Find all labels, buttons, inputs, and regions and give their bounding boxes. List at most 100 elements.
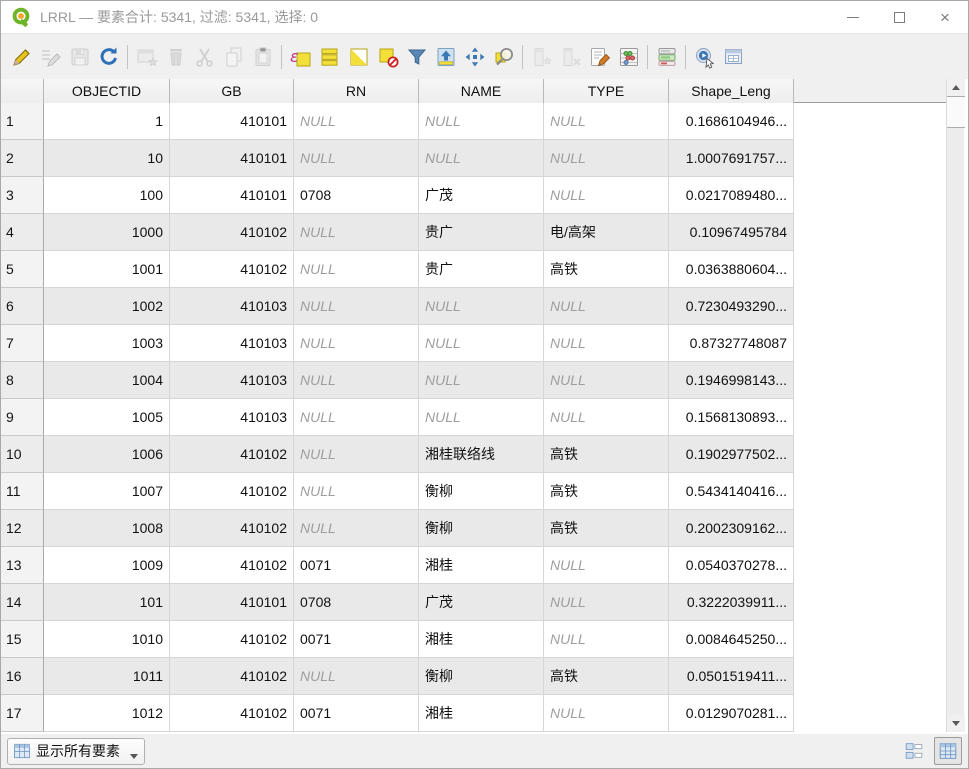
cell-Shape_Leng[interactable]: 0.5434140416... [669,473,794,510]
cell-GB[interactable]: 410102 [170,251,294,288]
cell-Shape_Leng[interactable]: 0.0084645250... [669,621,794,658]
cell-RN[interactable]: 0708 [294,584,419,621]
column-header-TYPE[interactable]: TYPE [544,79,669,103]
cell-TYPE[interactable]: 高铁 [544,510,669,547]
cell-OBJECTID[interactable]: 1 [44,103,170,140]
close-button[interactable]: × [922,1,968,33]
cell-OBJECTID[interactable]: 101 [44,584,170,621]
cell-NAME[interactable]: 贵广 [419,214,544,251]
zoom-to-selected-button[interactable] [489,42,518,72]
form-view-button[interactable] [900,737,928,765]
cell-RN[interactable]: NULL [294,103,419,140]
cell-Shape_Leng[interactable]: 0.0540370278... [669,547,794,584]
cell-RN[interactable]: NULL [294,251,419,288]
cell-TYPE[interactable]: 高铁 [544,658,669,695]
cell-RN[interactable]: NULL [294,325,419,362]
scroll-down-button[interactable] [947,715,965,732]
cell-Shape_Leng[interactable]: 0.10967495784 [669,214,794,251]
cell-Shape_Leng[interactable]: 0.7230493290... [669,288,794,325]
cell-TYPE[interactable]: NULL [544,325,669,362]
row-number[interactable]: 8 [1,362,44,399]
cell-GB[interactable]: 410102 [170,214,294,251]
cell-NAME[interactable]: NULL [419,288,544,325]
cell-OBJECTID[interactable]: 1001 [44,251,170,288]
scrollbar-thumb[interactable] [947,96,965,128]
reload-button[interactable] [94,42,123,72]
cell-NAME[interactable]: 湘桂 [419,547,544,584]
cell-NAME[interactable]: NULL [419,399,544,436]
cell-GB[interactable]: 410103 [170,399,294,436]
cell-Shape_Leng[interactable]: 0.87327748087 [669,325,794,362]
cell-RN[interactable]: 0708 [294,177,419,214]
cell-TYPE[interactable]: NULL [544,140,669,177]
toggle-editing-button[interactable] [7,42,36,72]
row-number[interactable]: 13 [1,547,44,584]
cell-Shape_Leng[interactable]: 0.0501519411... [669,658,794,695]
row-number[interactable]: 17 [1,695,44,732]
cell-TYPE[interactable]: 高铁 [544,436,669,473]
cell-NAME[interactable]: 贵广 [419,251,544,288]
cell-NAME[interactable]: NULL [419,103,544,140]
cell-TYPE[interactable]: 电/高架 [544,214,669,251]
cell-TYPE[interactable]: NULL [544,362,669,399]
cell-NAME[interactable]: 衡柳 [419,510,544,547]
cell-OBJECTID[interactable]: 1000 [44,214,170,251]
cell-NAME[interactable]: 湘桂 [419,695,544,732]
cell-NAME[interactable]: 广茂 [419,177,544,214]
deselect-all-button[interactable] [373,42,402,72]
row-number[interactable]: 14 [1,584,44,621]
cell-RN[interactable]: 0071 [294,695,419,732]
column-header-NAME[interactable]: NAME [419,79,544,103]
cell-Shape_Leng[interactable]: 0.1568130893... [669,399,794,436]
cell-GB[interactable]: 410103 [170,325,294,362]
column-header-OBJECTID[interactable]: OBJECTID [44,79,170,103]
cell-OBJECTID[interactable]: 1011 [44,658,170,695]
selected-to-top-button[interactable] [431,42,460,72]
cell-OBJECTID[interactable]: 1007 [44,473,170,510]
cell-GB[interactable]: 410102 [170,658,294,695]
cell-OBJECTID[interactable]: 1012 [44,695,170,732]
cell-RN[interactable]: NULL [294,510,419,547]
cell-NAME[interactable]: NULL [419,362,544,399]
row-number[interactable]: 12 [1,510,44,547]
feature-filter-button[interactable]: 显示所有要素 [7,737,145,765]
cell-Shape_Leng[interactable]: 0.3222039911... [669,584,794,621]
actions-button[interactable] [690,42,719,72]
minimize-button[interactable] [830,1,876,33]
dock-table-button[interactable] [719,42,748,72]
row-number[interactable]: 10 [1,436,44,473]
row-number[interactable]: 9 [1,399,44,436]
cell-GB[interactable]: 410101 [170,584,294,621]
cell-OBJECTID[interactable]: 1003 [44,325,170,362]
cell-Shape_Leng[interactable]: 0.0217089480... [669,177,794,214]
table-view-button[interactable] [934,737,962,765]
row-number[interactable]: 11 [1,473,44,510]
cell-OBJECTID[interactable]: 1010 [44,621,170,658]
row-number[interactable]: 3 [1,177,44,214]
cell-TYPE[interactable]: NULL [544,621,669,658]
row-number[interactable]: 5 [1,251,44,288]
cell-RN[interactable]: NULL [294,399,419,436]
cell-GB[interactable]: 410103 [170,362,294,399]
cell-RN[interactable]: 0071 [294,547,419,584]
cell-GB[interactable]: 410102 [170,621,294,658]
cell-RN[interactable]: NULL [294,362,419,399]
invert-selection-button[interactable] [344,42,373,72]
cell-RN[interactable]: NULL [294,214,419,251]
cell-OBJECTID[interactable]: 1005 [44,399,170,436]
cell-GB[interactable]: 410102 [170,695,294,732]
row-number[interactable]: 7 [1,325,44,362]
cell-OBJECTID[interactable]: 1004 [44,362,170,399]
column-header-RN[interactable]: RN [294,79,419,103]
column-header-rownum[interactable] [1,79,44,103]
cell-Shape_Leng[interactable]: 0.0129070281... [669,695,794,732]
cell-TYPE[interactable]: NULL [544,584,669,621]
cell-OBJECTID[interactable]: 1008 [44,510,170,547]
cell-RN[interactable]: NULL [294,288,419,325]
cell-GB[interactable]: 410103 [170,288,294,325]
cell-NAME[interactable]: 广茂 [419,584,544,621]
cell-TYPE[interactable]: NULL [544,399,669,436]
cell-NAME[interactable]: 湘桂联络线 [419,436,544,473]
scroll-up-button[interactable] [947,79,965,96]
cell-GB[interactable]: 410101 [170,103,294,140]
